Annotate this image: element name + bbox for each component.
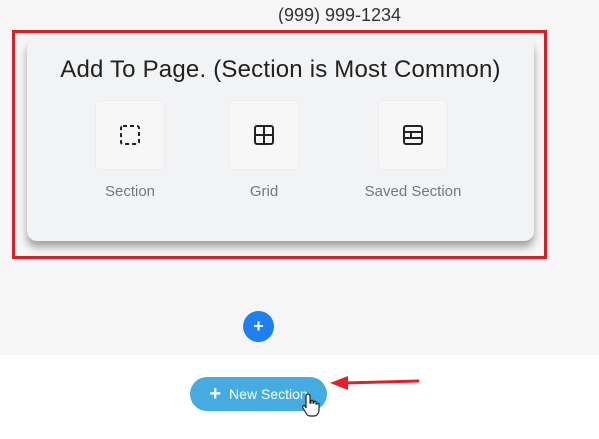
section-tile[interactable] <box>96 101 164 169</box>
add-button[interactable]: + <box>243 311 274 342</box>
red-arrow-icon <box>330 376 420 390</box>
panel-title: Add To Page. (Section is Most Common) <box>60 56 501 83</box>
phone-number-text: (999) 999-1234 <box>277 6 402 24</box>
grid-option-label: Grid <box>249 183 279 200</box>
saved-section-tile[interactable] <box>379 101 447 169</box>
add-to-page-panel: Add To Page. (Section is Most Common) Se… <box>27 38 534 241</box>
grid-tile[interactable] <box>230 101 298 169</box>
saved-section-option[interactable]: Saved Section <box>348 101 478 200</box>
new-section-label: New Section <box>229 386 308 402</box>
hand-cursor-icon <box>302 393 320 417</box>
section-option[interactable]: Section <box>65 101 195 200</box>
dashed-square-icon <box>120 125 140 145</box>
grid-option[interactable]: Grid <box>199 101 329 200</box>
grid-icon <box>254 125 274 145</box>
section-option-label: Section <box>104 183 156 200</box>
saved-section-option-label: Saved Section <box>364 183 462 200</box>
saved-section-icon <box>403 125 423 145</box>
plus-icon: + <box>209 383 222 405</box>
